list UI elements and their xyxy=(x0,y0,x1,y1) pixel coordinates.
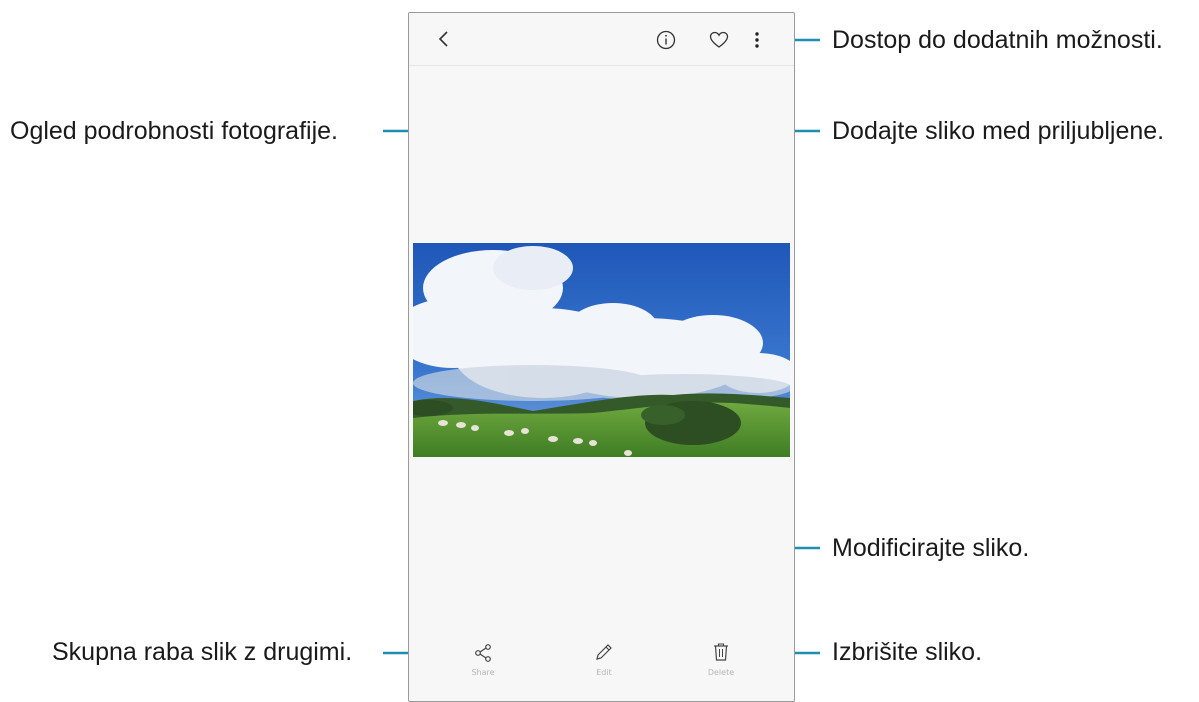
callout-photo-details: Ogled podrobnosti fotografije. xyxy=(10,117,338,145)
bottom-toolbar: Share Edit Delete xyxy=(409,613,794,693)
phone-screen: Share Edit Delete xyxy=(408,12,795,702)
callout-delete: Izbrišite sliko. xyxy=(832,638,983,666)
info-icon[interactable] xyxy=(656,30,676,50)
callout-add-favorite: Dodajte sliko med priljubljene. xyxy=(832,117,1165,145)
callout-edit: Modificirajte sliko. xyxy=(832,534,1030,562)
landscape-image xyxy=(413,243,790,457)
share-icon[interactable] xyxy=(473,643,493,663)
top-toolbar xyxy=(409,13,794,66)
share-caption: Share xyxy=(471,668,495,677)
trash-icon[interactable] xyxy=(712,642,730,662)
chevron-left-icon[interactable] xyxy=(437,30,451,48)
photo[interactable] xyxy=(413,243,790,457)
more-vertical-icon[interactable] xyxy=(754,30,760,50)
heart-icon[interactable] xyxy=(709,31,729,49)
delete-caption: Delete xyxy=(707,668,735,677)
edit-caption: Edit xyxy=(596,668,612,677)
callout-more-options: Dostop do dodatnih možnosti. xyxy=(832,26,1163,54)
callout-share: Skupna raba slik z drugimi. xyxy=(52,638,353,666)
pencil-icon[interactable] xyxy=(594,642,614,662)
